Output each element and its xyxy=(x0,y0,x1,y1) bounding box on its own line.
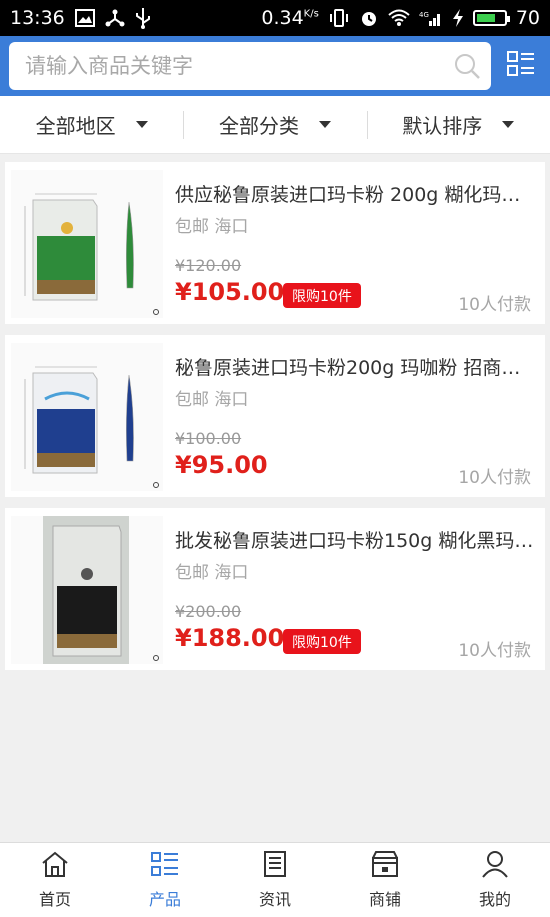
battery-icon xyxy=(472,10,510,26)
category-menu-icon xyxy=(506,49,536,83)
product-meta: 包邮 海口 xyxy=(175,558,248,583)
shop-icon xyxy=(370,850,400,882)
filter-bar: 全部地区 全部分类 默认排序 xyxy=(0,96,550,154)
nav-products[interactable]: 产品 xyxy=(110,843,220,917)
original-price: ¥120.00 xyxy=(175,256,242,275)
chevron-down-icon xyxy=(135,121,148,128)
product-list-icon xyxy=(150,850,180,882)
search-box[interactable] xyxy=(9,42,491,90)
search-input[interactable] xyxy=(9,42,443,90)
sale-price: ¥95.00 xyxy=(175,451,268,479)
nav-home[interactable]: 首页 xyxy=(0,843,110,917)
product-image[interactable] xyxy=(11,343,163,491)
original-price: ¥100.00 xyxy=(175,429,242,448)
filter-region[interactable]: 全部地区 xyxy=(0,109,183,141)
vibrate-icon xyxy=(328,9,350,27)
location-label: 海口 xyxy=(214,217,249,237)
shipping-label: 包邮 xyxy=(175,217,209,237)
charging-icon xyxy=(452,8,464,28)
paid-count: 10人付款 xyxy=(458,295,531,315)
filter-sort-label: 默认排序 xyxy=(402,114,483,138)
net-speed-value: 0.34 xyxy=(261,7,304,29)
nav-shop-label: 商铺 xyxy=(368,890,401,909)
product-meta: 包邮 海口 xyxy=(175,385,248,410)
filter-region-label: 全部地区 xyxy=(35,114,116,138)
product-image[interactable] xyxy=(11,516,163,664)
nav-news-label: 资讯 xyxy=(258,890,291,909)
nav-news[interactable]: 资讯 xyxy=(220,843,330,917)
status-time: 13:36 xyxy=(10,7,65,29)
home-icon xyxy=(40,850,70,882)
shipping-label: 包邮 xyxy=(175,390,209,410)
chevron-down-icon xyxy=(318,121,331,128)
purchase-limit-badge: 限购10件 xyxy=(283,629,361,654)
chevron-down-icon xyxy=(502,121,515,128)
share-icon xyxy=(105,8,125,28)
product-meta: 包邮 海口 xyxy=(175,212,248,237)
gallery-icon xyxy=(74,9,95,27)
product-title[interactable]: 秘鲁原装进口玛卡粉200g 玛咖粉 招商加盟 xyxy=(175,353,539,380)
usb-icon xyxy=(135,7,151,29)
location-label: 海口 xyxy=(214,390,249,410)
location-label: 海口 xyxy=(214,563,249,583)
filter-category[interactable]: 全部分类 xyxy=(183,109,366,141)
sale-price: ¥188.00 xyxy=(175,624,285,652)
battery-fill xyxy=(476,14,495,22)
filter-sort[interactable]: 默认排序 xyxy=(366,109,550,141)
news-icon xyxy=(260,850,290,882)
category-menu-button[interactable] xyxy=(500,44,542,88)
search-header xyxy=(0,36,550,96)
paid-count: 10人付款 xyxy=(458,641,531,661)
status-bar: 13:36 0.34K/s 4G 70 xyxy=(0,0,550,36)
net-speed: 0.34K/s xyxy=(261,7,318,29)
nav-products-label: 产品 xyxy=(148,890,181,909)
svg-text:4G: 4G xyxy=(419,11,429,19)
original-price: ¥200.00 xyxy=(175,602,242,621)
user-icon xyxy=(480,850,510,882)
wifi-icon xyxy=(388,9,410,27)
battery-percent: 70 xyxy=(515,7,540,29)
nav-mine-label: 我的 xyxy=(478,890,511,909)
search-icon[interactable] xyxy=(443,42,491,90)
nav-mine[interactable]: 我的 xyxy=(440,843,550,917)
product-image[interactable] xyxy=(11,170,163,318)
net-speed-unit: K/s xyxy=(303,8,319,20)
filter-category-label: 全部分类 xyxy=(218,114,299,138)
paid-count: 10人付款 xyxy=(458,468,531,488)
bottom-nav: 首页 产品 资讯 商铺 我的 xyxy=(0,842,550,917)
alarm-icon xyxy=(359,8,379,28)
product-card[interactable]: 秘鲁原装进口玛卡粉200g 玛咖粉 招商加盟 包邮 海口 ¥100.00 ¥95… xyxy=(5,335,545,497)
nav-shop[interactable]: 商铺 xyxy=(330,843,440,917)
shipping-label: 包邮 xyxy=(175,563,209,583)
signal-icon: 4G xyxy=(419,9,443,27)
product-title[interactable]: 批发秘鲁原装进口玛卡粉150g 糊化黑玛卡粉 xyxy=(175,526,539,553)
sale-price: ¥105.00 xyxy=(175,278,285,306)
product-card[interactable]: 供应秘鲁原装进口玛卡粉 200g 糊化玛卡粉 包邮 海口 ¥120.00 ¥10… xyxy=(5,162,545,324)
product-card[interactable]: 批发秘鲁原装进口玛卡粉150g 糊化黑玛卡粉 包邮 海口 ¥200.00 ¥18… xyxy=(5,508,545,670)
product-title[interactable]: 供应秘鲁原装进口玛卡粉 200g 糊化玛卡粉 xyxy=(175,180,539,207)
nav-home-label: 首页 xyxy=(38,890,71,909)
purchase-limit-badge: 限购10件 xyxy=(283,283,361,308)
